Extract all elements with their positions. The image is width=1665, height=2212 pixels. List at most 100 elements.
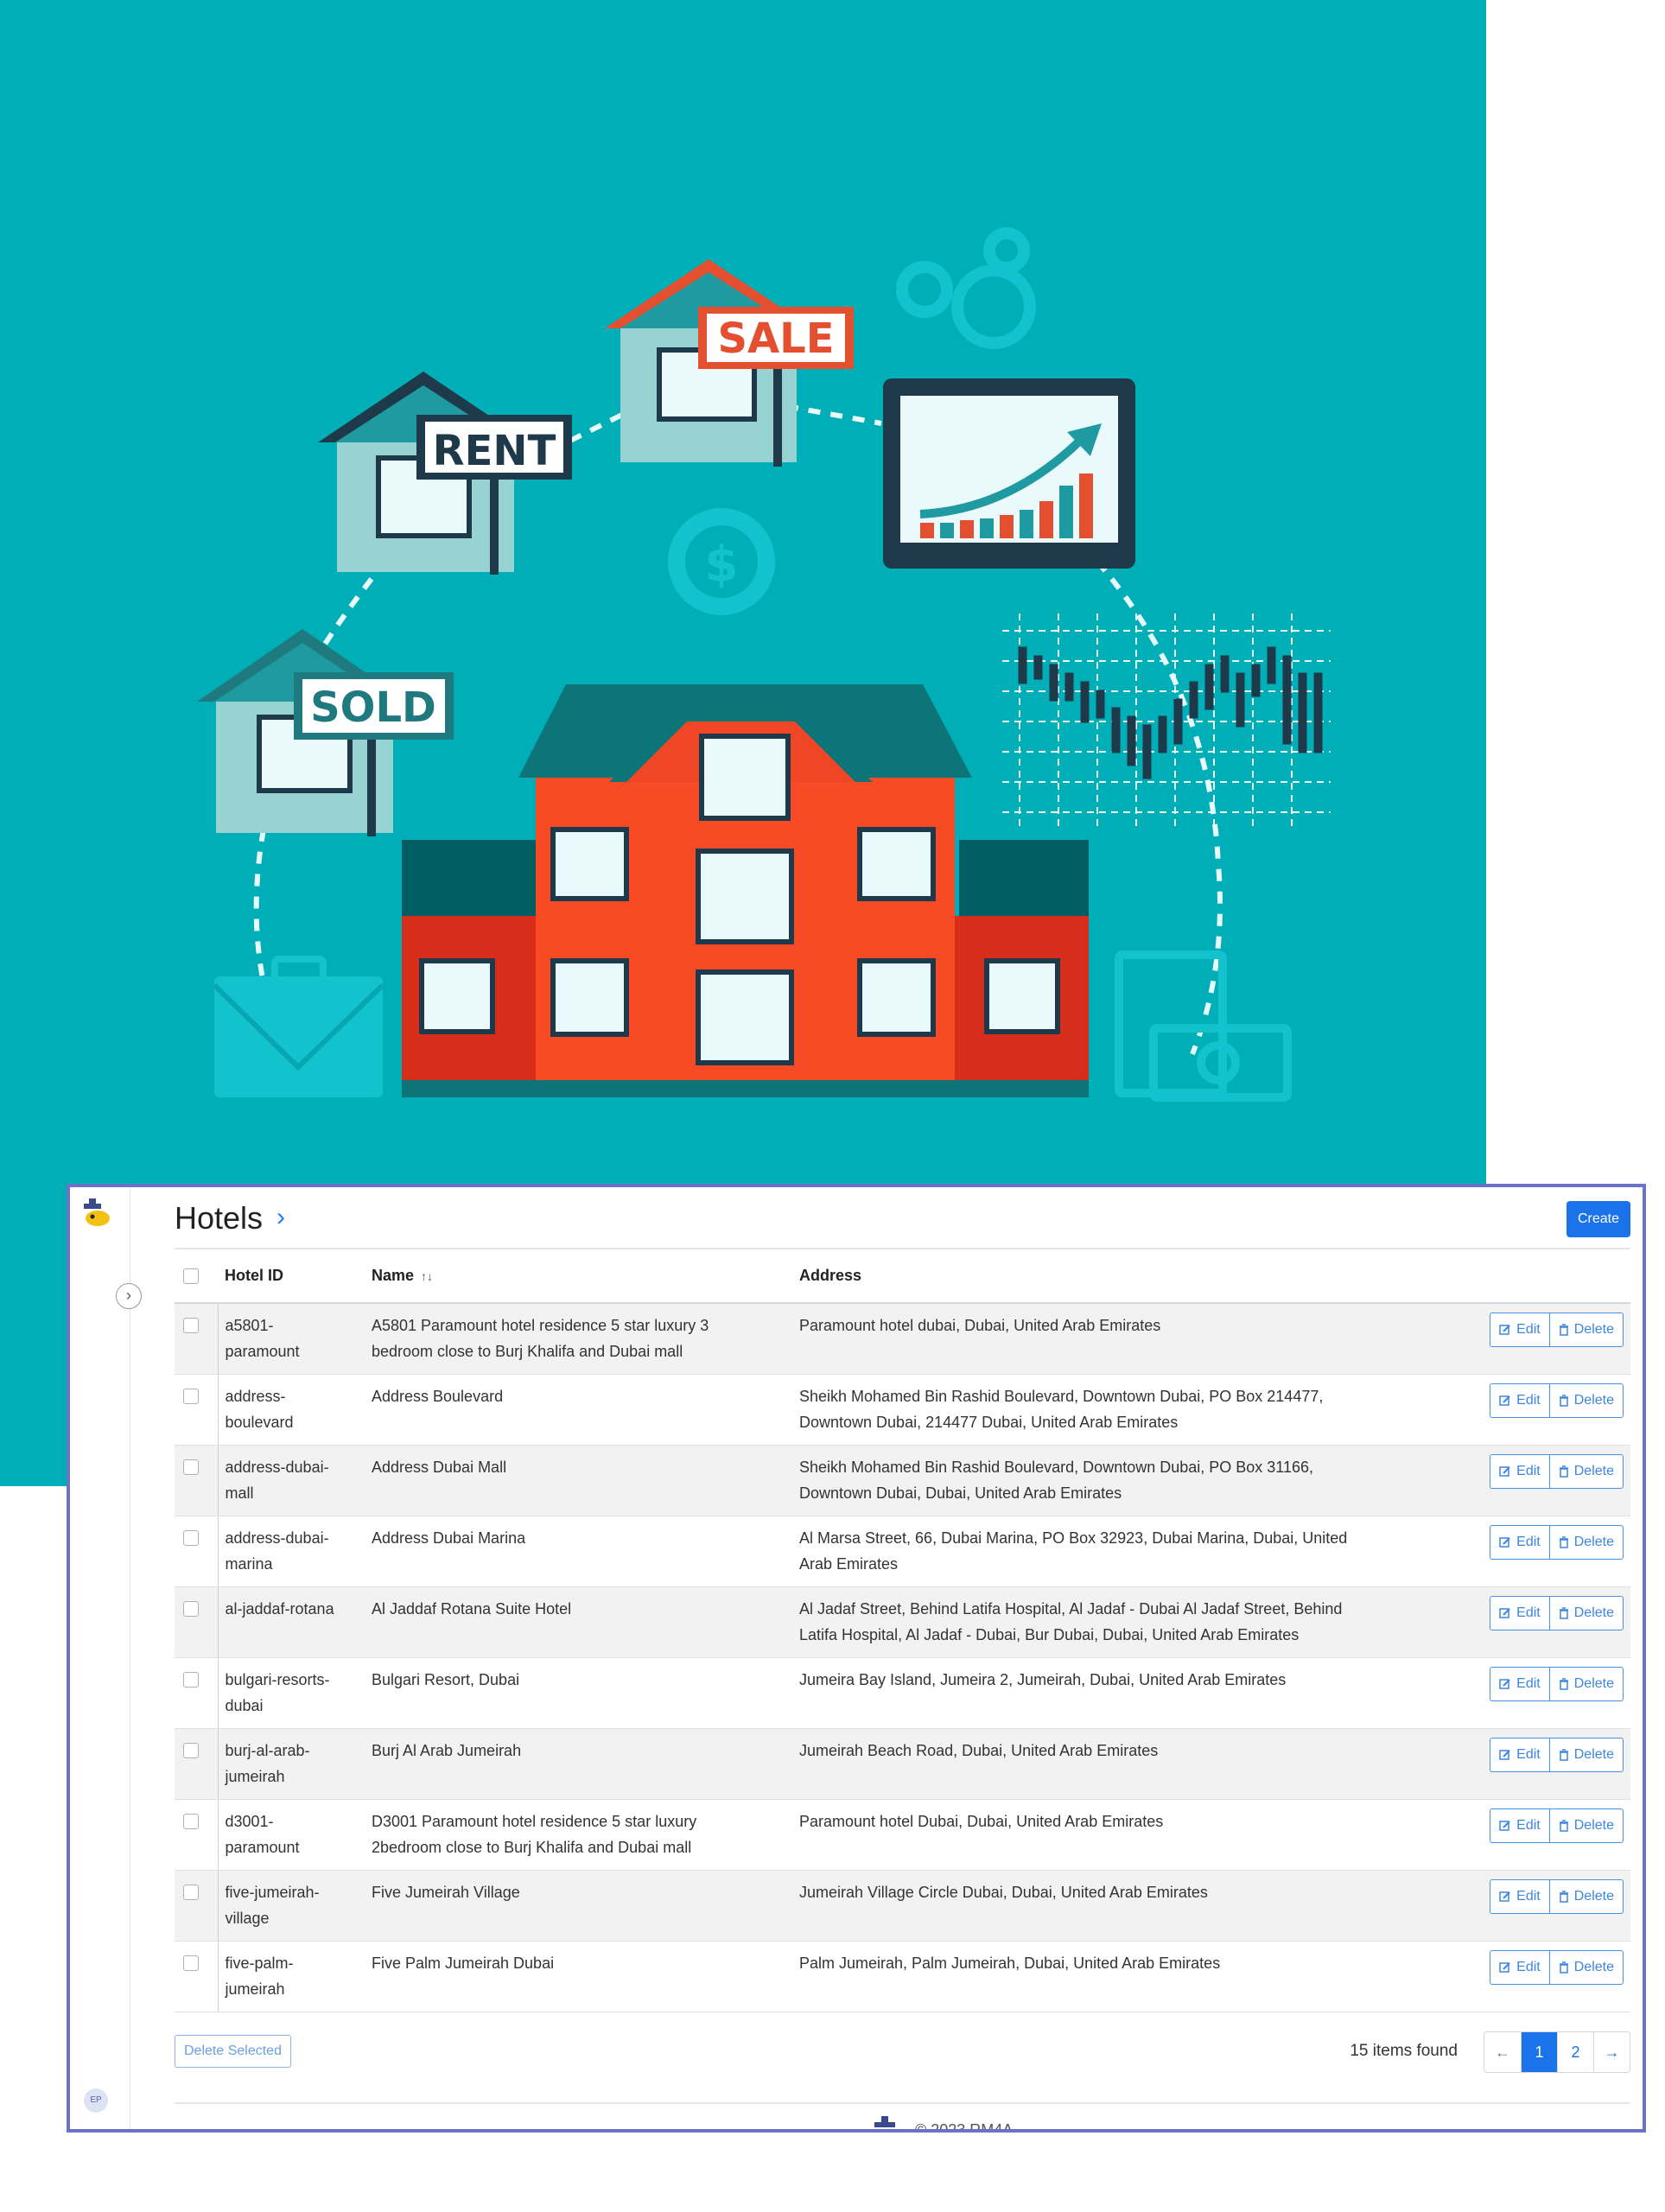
pagination-prev-button[interactable]: ← xyxy=(1484,2031,1521,2072)
table-row[interactable]: a5801- paramount A5801 Paramount hotel res… xyxy=(175,1303,1630,1375)
delete-selected-button[interactable]: Delete Selected xyxy=(175,2034,291,2068)
row-checkbox[interactable] xyxy=(183,1388,199,1404)
hotel-address-line: Paramount hotel Dubai, Dubai, United Ara… xyxy=(799,1812,1164,1830)
sold-house-icon xyxy=(197,629,454,836)
hotel-name-line: A5801 Paramount hotel residence 5 star l… xyxy=(372,1317,709,1334)
pagination-next-button[interactable]: → xyxy=(1593,2031,1630,2072)
edit-button[interactable]: Edit xyxy=(1490,1668,1549,1700)
edit-label: Edit xyxy=(1516,1817,1541,1833)
pagination-page-1[interactable]: 1 xyxy=(1521,2031,1557,2072)
copyright-text: © 2023 RM4A xyxy=(915,2120,1014,2133)
trash-icon xyxy=(1559,1394,1568,1407)
footer-logo-icon xyxy=(874,2115,895,2127)
delete-button[interactable]: Delete xyxy=(1548,1808,1623,1842)
row-checkbox[interactable] xyxy=(183,1671,199,1688)
trash-icon xyxy=(1559,1324,1568,1336)
trash-icon xyxy=(1559,1606,1568,1619)
chevron-right-icon[interactable]: › xyxy=(116,1283,142,1309)
edit-label: Edit xyxy=(1516,1534,1541,1549)
hotel-address-cell: Jumeirah Village Circle Dubai, Dubai, Un… xyxy=(792,1870,1427,1942)
gear-icon xyxy=(896,227,1036,349)
row-checkbox[interactable] xyxy=(183,1529,199,1546)
row-checkbox[interactable] xyxy=(183,1318,199,1333)
sort-icon[interactable]: ↑↓ xyxy=(421,1269,433,1283)
table-row[interactable]: five-jumeirah-village Five Jumeirah Villa… xyxy=(175,1870,1630,1942)
delete-button[interactable]: Delete xyxy=(1548,1313,1623,1346)
row-actions: Edit Delete xyxy=(1427,1445,1630,1516)
pagination-page-2[interactable]: 2 xyxy=(1557,2031,1593,2072)
row-checkbox[interactable] xyxy=(183,1600,199,1617)
table-row[interactable]: address-dubai-marina Address Dubai Marina… xyxy=(175,1516,1630,1587)
edit-label: Edit xyxy=(1516,1322,1541,1337)
edit-button[interactable]: Edit xyxy=(1490,1455,1549,1488)
edit-button[interactable]: Edit xyxy=(1490,1526,1549,1559)
table-row[interactable]: burj-al-arab-jumeirah Burj Al Arab Jumeir… xyxy=(175,1728,1630,1800)
hotel-name-line: Address Dubai Marina xyxy=(372,1529,526,1547)
edit-button[interactable]: Edit xyxy=(1490,1313,1549,1346)
delete-label: Delete xyxy=(1573,1746,1614,1762)
edit-button[interactable]: Edit xyxy=(1490,1738,1549,1771)
edit-button[interactable]: Edit xyxy=(1490,1951,1549,1984)
delete-button[interactable]: Delete xyxy=(1548,1879,1623,1913)
delete-button[interactable]: Delete xyxy=(1548,1454,1623,1488)
app-logo-icon[interactable] xyxy=(80,1196,115,1230)
hotel-address-line: Palm Jumeirah, Palm Jumeirah, Dubai, Uni… xyxy=(799,1954,1221,1972)
hotel-name-line: Address Boulevard xyxy=(372,1387,504,1405)
edit-button[interactable]: Edit xyxy=(1490,1597,1549,1630)
hotel-address-line: Jumeira Bay Island, Jumeira 2, Jumeirah,… xyxy=(799,1670,1287,1688)
table-row[interactable]: al-jaddaf-rotana Al Jaddaf Rotana Suite H… xyxy=(175,1586,1630,1658)
row-action-group: Edit Delete xyxy=(1490,1524,1624,1560)
row-checkbox[interactable] xyxy=(183,1813,199,1829)
avatar[interactable]: EP xyxy=(84,2088,108,2113)
hotel-address-line: Sheikh Mohamed Bin Rashid Boulevard, Dow… xyxy=(799,1458,1314,1476)
edit-button[interactable]: Edit xyxy=(1490,1880,1549,1913)
delete-button[interactable]: Delete xyxy=(1548,1525,1623,1559)
hotel-address-cell: Jumeirah Beach Road, Dubai, United Arab … xyxy=(792,1728,1427,1800)
trash-icon xyxy=(1559,1890,1568,1903)
delete-button[interactable]: Delete xyxy=(1548,1950,1623,1984)
column-header-hotel-id[interactable]: Hotel ID xyxy=(218,1249,365,1304)
hotel-id-line: dubai xyxy=(225,1696,264,1714)
sale-sign-text: SALE xyxy=(717,315,834,363)
column-header-name[interactable]: Name ↑↓ xyxy=(365,1249,792,1304)
delete-button[interactable]: Delete xyxy=(1548,1667,1623,1700)
edit-button[interactable]: Edit xyxy=(1490,1809,1549,1842)
delete-button[interactable]: Delete xyxy=(1548,1738,1623,1771)
column-header-address[interactable]: Address xyxy=(792,1249,1427,1304)
table-footer: Delete Selected 15 items found ← 1 2 → ©… xyxy=(175,2012,1630,2129)
hotel-id-cell: a5801- paramount xyxy=(218,1303,365,1375)
row-checkbox[interactable] xyxy=(183,1459,199,1475)
row-checkbox[interactable] xyxy=(183,1884,199,1900)
delete-button[interactable]: Delete xyxy=(1548,1383,1623,1417)
table-row[interactable]: address-boulevard Address Boulevard Sheikh… xyxy=(175,1374,1630,1446)
row-checkbox[interactable] xyxy=(183,1742,199,1758)
trash-icon xyxy=(1559,1677,1568,1690)
delete-button[interactable]: Delete xyxy=(1548,1596,1623,1630)
table-row[interactable]: bulgari-resorts-dubai Bulgari Resort, Dub… xyxy=(175,1657,1630,1729)
row-checkbox[interactable] xyxy=(183,1955,199,1971)
chevron-right-icon[interactable]: › xyxy=(276,1203,285,1232)
hotel-name-line: bedroom close to Burj Khalifa and Dubai … xyxy=(372,1343,683,1360)
edit-label: Edit xyxy=(1516,1605,1541,1620)
hotel-name-line: Address Dubai Mall xyxy=(372,1458,507,1476)
main-content: Hotels › Create Hotel ID Name ↑↓ Address … xyxy=(175,1187,1630,2129)
hotel-address-line: Arab Emirates xyxy=(799,1554,899,1573)
delete-label: Delete xyxy=(1573,1817,1614,1833)
table-row[interactable]: d3001- paramount D3001 Paramount hotel res… xyxy=(175,1799,1630,1871)
delete-label: Delete xyxy=(1573,1888,1614,1904)
select-all-checkbox[interactable] xyxy=(183,1268,199,1285)
pagination: ← 1 2 → xyxy=(1484,2031,1630,2073)
table-row[interactable]: address-dubai-mall Address Dubai Mall Shei… xyxy=(175,1445,1630,1516)
row-action-group: Edit Delete xyxy=(1490,1313,1624,1347)
hotel-name-line: Burj Al Arab Jumeirah xyxy=(372,1741,522,1759)
hotel-address-cell: Sheikh Mohamed Bin Rashid Boulevard, Dow… xyxy=(792,1374,1427,1446)
table-row[interactable]: five-palm-jumeirah Five Palm Jumeirah Dub… xyxy=(175,1941,1630,2012)
hotel-address-cell: Jumeira Bay Island, Jumeira 2, Jumeirah,… xyxy=(792,1657,1427,1729)
create-button[interactable]: Create xyxy=(1566,1201,1630,1237)
edit-button[interactable]: Edit xyxy=(1490,1384,1549,1417)
hotel-id-line: address-dubai- xyxy=(225,1529,329,1547)
hotel-address-line: Al Jadaf Street, Behind Latifa Hospital,… xyxy=(799,1599,1343,1618)
hotel-id-line: boulevard xyxy=(225,1413,294,1431)
hotels-table: Hotel ID Name ↑↓ Address a5801- paramount A… xyxy=(175,1249,1630,2012)
hotel-name-cell: Address Boulevard xyxy=(365,1374,792,1446)
